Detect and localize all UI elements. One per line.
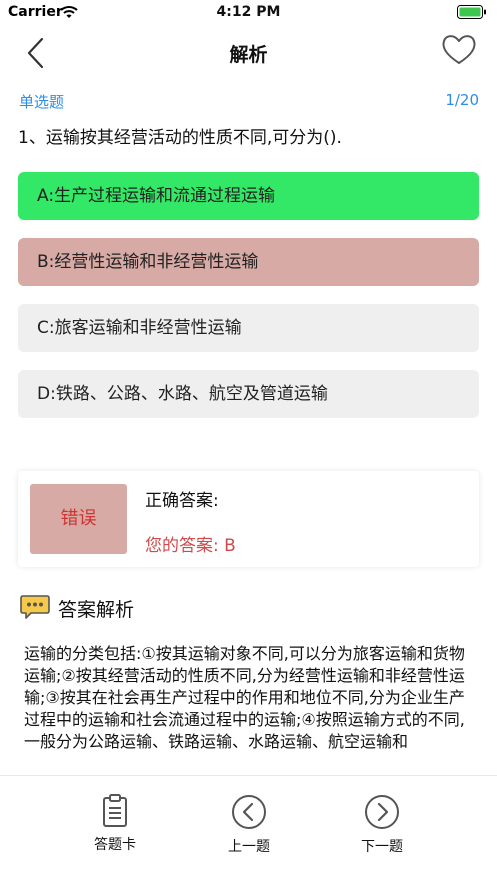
next-question-button[interactable]: 下一题: [322, 794, 442, 864]
option-d[interactable]: D:铁路、公路、水路、航空及管道运输: [18, 370, 479, 418]
heart-outline-icon[interactable]: [439, 32, 479, 68]
analysis-heading: 答案解析: [58, 599, 135, 621]
question-type: 单选题: [19, 93, 65, 111]
correct-answer-label: 正确答案:: [145, 491, 219, 511]
result-card: 错误 正确答案: 您的答案: B: [18, 471, 479, 567]
question-progress: 1/20: [445, 91, 479, 109]
navigation-bar: 解析: [0, 26, 497, 80]
result-badge: 错误: [30, 484, 127, 554]
circle-chevron-right-icon: [365, 795, 399, 829]
option-b[interactable]: B:经营性运输和非经营性运输: [18, 238, 479, 286]
page-title: 解析: [229, 44, 268, 66]
clipboard-icon: [103, 794, 127, 827]
question-text: 1、运输按其经营活动的性质不同,可分为().: [18, 128, 342, 148]
question-meta: 单选题 1/20: [0, 88, 497, 114]
next-question-label: 下一题: [361, 839, 403, 855]
battery-icon: [457, 5, 486, 19]
analysis-body: 运输的分类包括:①按其运输对象不同,可以分为旅客运输和货物运输;②按其经营活动的…: [24, 644, 465, 751]
previous-question-button[interactable]: 上一题: [189, 794, 309, 864]
option-c[interactable]: C:旅客运输和非经营性运输: [18, 304, 479, 352]
your-answer-label: 您的答案: B: [145, 536, 236, 556]
previous-question-label: 上一题: [228, 839, 270, 855]
option-a[interactable]: A:生产过程运输和流通过程运输: [18, 172, 479, 220]
analysis-header: 答案解析: [18, 592, 318, 622]
circle-chevron-left-icon: [232, 795, 266, 829]
status-time: 4:12 PM: [216, 4, 281, 20]
answer-card-label: 答题卡: [94, 837, 136, 853]
answer-card-button[interactable]: 答题卡: [55, 794, 175, 864]
bottom-toolbar: 答题卡 上一题 下一题: [0, 775, 497, 883]
chat-bubble-icon: [20, 595, 50, 619]
status-bar: Carrier 4:12 PM: [0, 0, 497, 26]
